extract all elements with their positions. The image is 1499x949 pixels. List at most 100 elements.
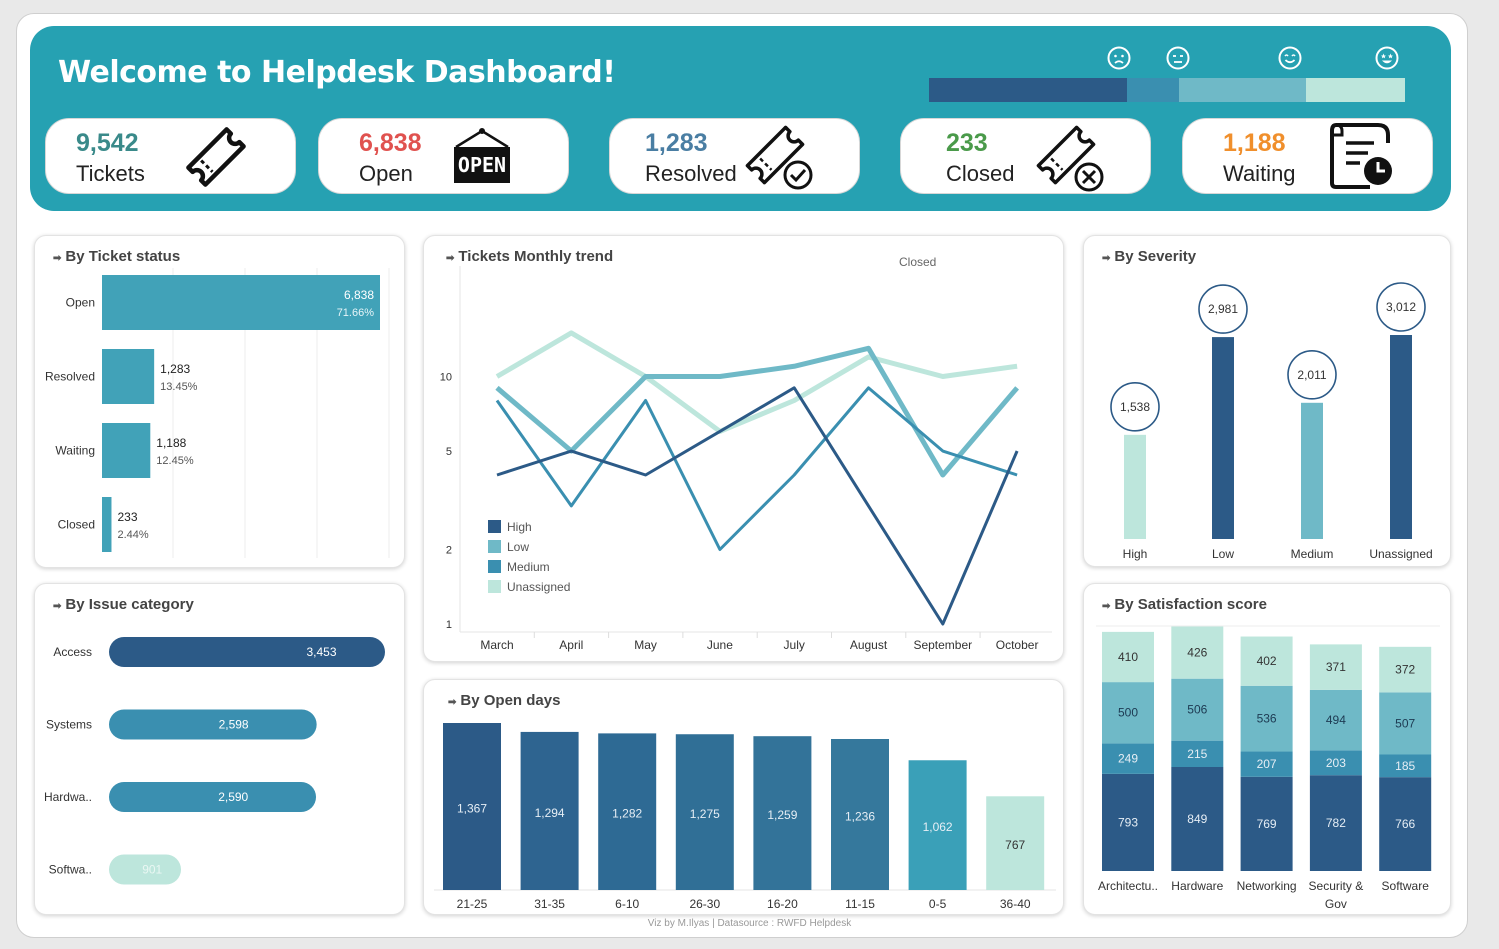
category-label: Hardwa..	[44, 790, 92, 804]
opendays-chart: 1,367 21-25 1,294 31-35 1,282 6-10 1,275 26-30 1…	[434, 723, 1056, 911]
opendays-category-label: 36-40	[1000, 897, 1031, 911]
satisfaction-chart: 793 249 500 410 Architectu.. 849 215 506 426 Hard…	[1096, 625, 1440, 911]
satisfaction-value-label: 782	[1326, 816, 1346, 830]
satisfaction-category-label: Security &	[1309, 879, 1364, 893]
opendays-value-label: 1,259	[767, 808, 797, 822]
category-bar	[109, 709, 317, 740]
trend-legend-label: Unassigned	[507, 580, 570, 594]
open-sign-icon: OPEN	[454, 128, 510, 183]
trend-x-tick: March	[480, 638, 513, 652]
status-category-label: Open	[66, 296, 95, 310]
status-category-label: Waiting	[55, 444, 95, 458]
satisfaction-scale-segment-1	[929, 78, 1127, 102]
trend-x-tick: September	[913, 638, 972, 652]
trend-line-high	[496, 386, 1019, 626]
trend-y-tick: 5	[446, 446, 452, 458]
satisfaction-card: ➡ By Satisfaction score 793 249 500 410 Archi…	[1083, 583, 1451, 915]
kpi-waiting-value: 1,188	[1223, 129, 1286, 157]
opendays-category-label: 31-35	[534, 897, 565, 911]
status-percent-label: 2.44%	[117, 529, 148, 541]
satisfaction-value-label: 410	[1118, 650, 1138, 664]
trend-x-tick: May	[634, 638, 657, 652]
opendays-category-label: 6-10	[615, 897, 639, 911]
trend-chart: 10 5 2 1 March April May June July August Septembe…	[440, 266, 1052, 652]
satisfaction-value-label: 494	[1326, 713, 1346, 727]
smile-face-icon	[1278, 46, 1302, 70]
opendays-value-label: 1,236	[845, 810, 875, 824]
satisfaction-category-label: Gov	[1325, 897, 1347, 911]
document-clock-icon	[1330, 123, 1392, 189]
trend-y-tick: 2	[446, 545, 452, 557]
severity-value-label: 2,981	[1208, 302, 1238, 316]
satisfaction-category-label: Software	[1382, 879, 1430, 893]
kpi-waiting-label: Waiting	[1223, 161, 1296, 186]
category-bar	[109, 782, 317, 812]
satisfaction-value-label: 793	[1118, 815, 1138, 829]
satisfaction-category-label: Architectu..	[1098, 879, 1158, 893]
satisfaction-value-label: 849	[1187, 812, 1207, 826]
category-label: Systems	[46, 718, 92, 732]
footer-credit: Viz by M.Ilyas | Datasource : RWFD Helpd…	[647, 918, 852, 929]
status-percent-label: 71.66%	[337, 307, 375, 319]
opendays-card: ➡ By Open days 1,367 21-25 1,294 31-35 1,282 6…	[423, 679, 1064, 915]
severity-category-label: High	[1123, 547, 1148, 561]
category-card: ➡ By Issue category Access 3,453 Systems 2,5…	[34, 583, 405, 915]
sad-face-icon	[1107, 46, 1131, 70]
opendays-value-label: 767	[1005, 838, 1025, 852]
neutral-face-icon	[1166, 46, 1190, 70]
opendays-category-label: 21-25	[457, 897, 488, 911]
severity-bar	[1301, 402, 1323, 539]
kpi-tickets-value: 9,542	[76, 129, 139, 157]
category-chart: Access 3,453 Systems 2,598 Hardwa.. 2,590 Soft…	[44, 637, 385, 885]
kpi-waiting: 1,188 Waiting	[1182, 118, 1433, 194]
satisfaction-value-label: 507	[1395, 716, 1415, 730]
trend-y-tick: 1	[446, 619, 452, 631]
trend-x-tick: April	[559, 638, 583, 652]
satisfaction-value-label: 207	[1257, 757, 1277, 771]
severity-chart: 1,538 High 2,981 Low 2,011 Medium 3,012 Unassig…	[1110, 282, 1433, 561]
kpi-open: 6,838 Open OPEN	[318, 118, 569, 194]
status-bar	[102, 497, 112, 552]
status-bar	[102, 423, 151, 478]
satisfaction-value-label: 766	[1395, 817, 1415, 831]
svg-text:OPEN: OPEN	[458, 153, 506, 177]
ticket-cancel-icon	[1036, 125, 1104, 192]
status-bar	[102, 275, 380, 330]
star-eyes-face-icon	[1375, 46, 1399, 70]
opendays-value-label: 1,367	[457, 802, 487, 816]
trend-x-tick: July	[784, 638, 805, 652]
satisfaction-value-label: 536	[1257, 712, 1277, 726]
status-value-label: 6,838	[344, 288, 374, 302]
status-card: ➡ By Ticket status Open 6,838 71.66% Resolve…	[34, 235, 405, 568]
satisfaction-value-label: 506	[1187, 703, 1207, 717]
opendays-category-label: 16-20	[767, 897, 798, 911]
category-bar	[109, 637, 385, 667]
trend-legend-swatch	[488, 540, 501, 553]
category-value-label: 2,598	[219, 718, 249, 732]
kpi-resolved: 1,283 Resolved	[609, 118, 860, 194]
satisfaction-category-label: Hardware	[1171, 879, 1223, 893]
satisfaction-value-label: 426	[1187, 646, 1207, 660]
opendays-value-label: 1,062	[923, 820, 953, 834]
trend-legend-label: High	[507, 520, 532, 534]
trend-x-tick: October	[996, 638, 1039, 652]
ticket-check-icon	[745, 125, 813, 190]
opendays-value-label: 1,282	[612, 807, 642, 821]
trend-line-unassigned	[495, 330, 1018, 434]
severity-bar	[1124, 434, 1146, 539]
status-value-label: 1,283	[160, 362, 190, 376]
severity-value-label: 1,538	[1120, 400, 1150, 414]
kpi-closed-label: Closed	[946, 161, 1015, 186]
status-value-label: 233	[117, 510, 137, 524]
category-value-label: 2,590	[218, 790, 248, 804]
status-category-label: Closed	[58, 518, 95, 532]
satisfaction-value-label: 249	[1118, 752, 1138, 766]
status-category-label: Resolved	[45, 370, 95, 384]
category-value-label: 901	[142, 863, 162, 877]
satisfaction-value-label: 203	[1326, 756, 1346, 770]
satisfaction-category-label: Networking	[1237, 879, 1297, 893]
kpi-closed-value: 233	[946, 129, 988, 157]
kpi-resolved-label: Resolved	[645, 161, 737, 186]
satisfaction-scale-segment-4	[1306, 78, 1405, 102]
trend-card: ➡ Tickets Monthly trend Closed 10 5 2 1 March…	[423, 235, 1064, 662]
